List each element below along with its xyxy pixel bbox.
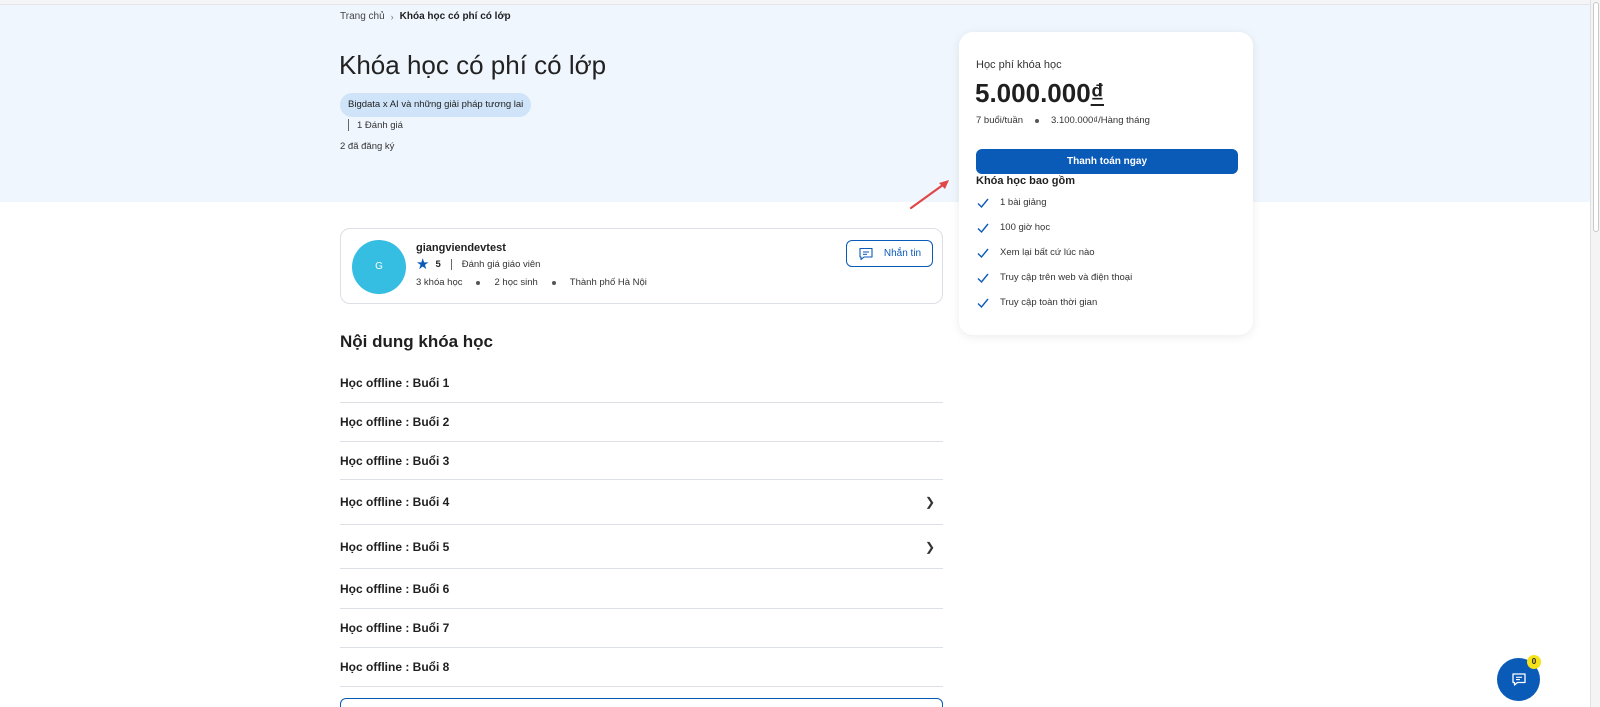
instructor-location: Thành phố Hà Nội [569,277,647,288]
session-frequency: 7 buổi/tuần [976,115,1024,126]
scrollbar[interactable] [1590,0,1600,707]
lesson-list: Học offline : Buổi 1 Học offline : Buổi … [340,364,943,687]
breadcrumb: Trang chủ › Khóa học có phí có lớp [340,11,511,22]
price-amount: 5.000.000 [975,78,1091,108]
lesson-item[interactable]: Học offline : Buổi 1 [340,364,943,403]
price-meta: 7 buổi/tuần 3.100.000₫/Hàng tháng [976,115,1150,126]
star-icon: ★ [416,256,430,273]
lesson-label: Học offline : Buổi 4 [340,495,450,509]
includes-item-label: Xem lại bất cứ lúc nào [1000,247,1095,258]
pay-now-button[interactable]: Thanh toán ngay [976,149,1238,174]
lesson-item[interactable]: Học offline : Buổi 7 [340,609,943,648]
chat-badge: 0 [1527,655,1541,669]
lesson-label: Học offline : Buổi 6 [340,581,450,596]
rating-label: Đánh giá giáo viên [461,259,541,270]
dot-separator [1035,118,1040,123]
lesson-label: Học offline : Buổi 3 [340,453,450,468]
instructor-stats: 3 khóa học 2 học sinh Thành phố Hà Nội [416,277,647,288]
student-count: 2 học sinh [494,277,538,288]
chevron-right-icon[interactable]: ❯ [925,495,935,509]
breadcrumb-separator: › [390,11,394,22]
lesson-item[interactable]: Học offline : Buổi 8 [340,648,943,687]
price-label: Học phí khóa học [976,59,1062,71]
lesson-item[interactable]: Học offline : Buổi 2 [340,403,943,442]
instructor-rating: ★ 5 Đánh giá giáo viên [416,257,540,272]
includes-item-label: Truy cập trên web và điện thoại [1000,272,1133,283]
instructor-card: G giangviendevtest ★ 5 Đánh giá giáo viê… [340,228,943,304]
page-title: Khóa học có phí có lớp [339,50,607,80]
divider [348,119,349,131]
lesson-item[interactable]: Học offline : Buổi 6 [340,569,943,609]
check-icon [977,298,989,308]
instructor-name[interactable]: giangviendevtest [416,242,506,254]
includes-item: Truy cập toàn thời gian [976,290,1132,315]
check-icon [977,223,989,233]
includes-item-label: Truy cập toàn thời gian [1000,297,1098,308]
course-count: 3 khóa học [416,277,463,288]
lesson-label: Học offline : Buổi 5 [340,539,450,554]
price-card: Học phí khóa học 5.000.000₫ 7 buổi/tuần … [959,32,1253,335]
message-icon [859,247,873,260]
avatar[interactable]: G [352,240,406,294]
includes-item: Truy cập trên web và điện thoại [976,265,1132,290]
message-button[interactable]: Nhắn tin [846,240,933,267]
course-rating: 1 Đánh giá [348,119,403,131]
price-value: 5.000.000₫ [975,78,1104,109]
lesson-label: Học offline : Buổi 7 [340,621,450,635]
lesson-label: Học offline : Buổi 2 [340,415,450,429]
lesson-item[interactable]: Học offline : Buổi 5 ❯ [340,525,943,569]
lesson-item[interactable]: Học offline : Buổi 4 ❯ [340,480,943,525]
enrolled-count: 2 đã đăng ký [340,141,395,152]
includes-title: Khóa học bao gồm [976,175,1075,187]
breadcrumb-home-link[interactable]: Trang chủ [340,11,385,22]
includes-item: 1 bài giảng [976,190,1132,215]
hero-banner [0,5,1590,202]
chevron-right-icon[interactable]: ❯ [925,540,935,554]
lesson-label: Học offline : Buổi 1 [340,376,450,390]
dot-separator [476,280,481,285]
includes-item: 100 giờ học [976,215,1132,240]
category-tag[interactable]: Bigdata x AI và những giải pháp tương la… [340,93,532,117]
includes-list: 1 bài giảng 100 giờ học Xem lại bất cứ l… [976,190,1132,315]
show-more-button[interactable] [340,698,943,707]
divider [450,259,452,270]
monthly-price: 3.100.000₫/Hàng tháng [1051,115,1150,126]
rating-value: 5 [435,259,441,270]
chat-icon [1511,673,1526,686]
check-icon [977,273,989,283]
scrollbar-thumb[interactable] [1593,2,1599,232]
breadcrumb-current: Khóa học có phí có lớp [399,11,511,22]
includes-item-label: 1 bài giảng [1000,197,1047,208]
annotation-arrow-icon [909,180,949,210]
message-button-label: Nhắn tin [883,248,922,259]
includes-item: Xem lại bất cứ lúc nào [976,240,1132,265]
lesson-label: Học offline : Buổi 8 [340,660,450,674]
check-icon [977,248,989,258]
rating-count: 1 Đánh giá [357,119,403,131]
lesson-item[interactable]: Học offline : Buổi 3 [340,442,943,480]
check-icon [977,198,989,208]
includes-item-label: 100 giờ học [1000,222,1051,233]
dot-separator [551,280,556,285]
course-content-title: Nội dung khóa học [340,332,493,351]
price-currency: ₫ [1090,78,1105,108]
